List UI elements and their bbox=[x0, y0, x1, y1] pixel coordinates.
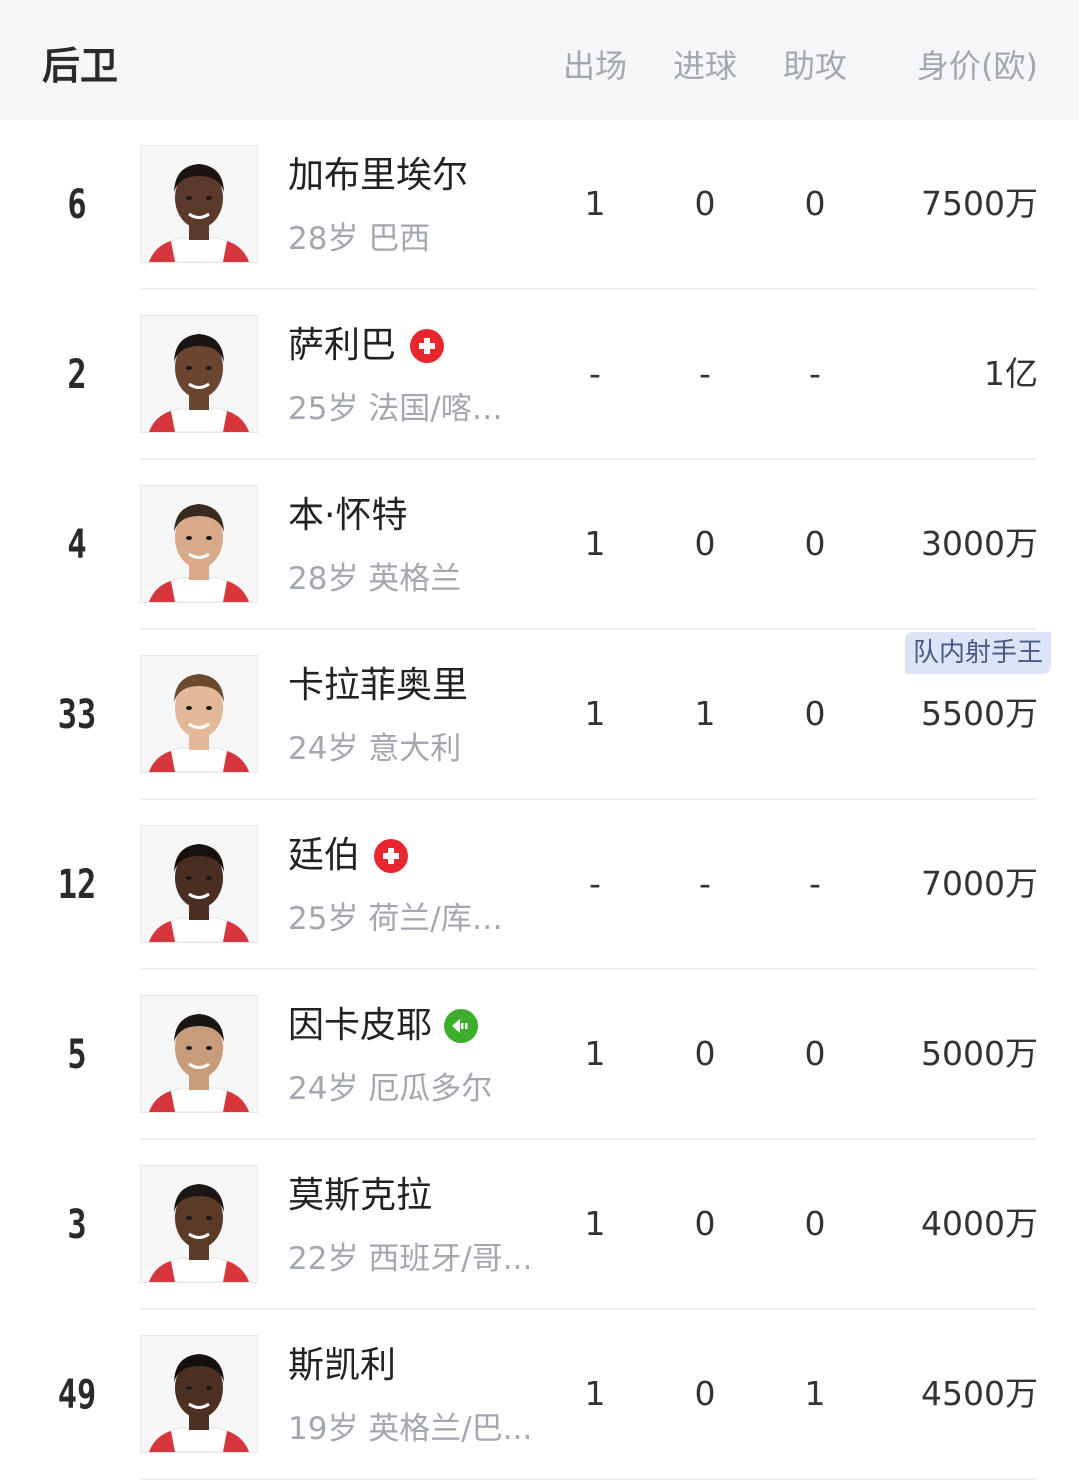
player-age-nationality: 25岁 法国/喀麦隆 bbox=[288, 391, 533, 427]
stat-goals: 0 bbox=[694, 524, 716, 563]
stat-assists: 1 bbox=[804, 1374, 826, 1413]
injury-cross-icon bbox=[410, 329, 445, 363]
stat-assists: - bbox=[809, 864, 821, 903]
player-avatar[interactable] bbox=[140, 655, 258, 773]
stat-assists: 0 bbox=[804, 524, 826, 563]
stat-goals: 0 bbox=[694, 1034, 716, 1073]
player-age-nationality: 19岁 英格兰/巴... bbox=[288, 1411, 533, 1447]
player-photo-icon bbox=[141, 1166, 257, 1282]
player-photo-icon bbox=[141, 1336, 257, 1452]
stat-appearances: 1 bbox=[584, 184, 606, 223]
section-title: 后卫 bbox=[42, 44, 119, 88]
stat-appearances: - bbox=[589, 354, 601, 393]
transfer-in-icon bbox=[444, 1009, 479, 1043]
player-age-nationality: 24岁 厄瓜多尔 bbox=[288, 1071, 493, 1107]
player-row[interactable]: 49 斯凯利 19岁 英格兰/巴... 1 0 1 4500万 bbox=[0, 1310, 1079, 1480]
injury-cross-icon bbox=[374, 839, 409, 873]
player-row[interactable]: 5 因卡皮耶 24岁 厄瓜多尔 1 0 0 5000万 bbox=[0, 970, 1079, 1140]
market-value: 3000万 bbox=[921, 524, 1038, 563]
player-age-nationality: 28岁 巴西 bbox=[288, 221, 431, 257]
jersey-number: 49 bbox=[57, 1372, 97, 1418]
player-name[interactable]: 加布里埃尔 bbox=[288, 152, 468, 200]
player-name[interactable]: 斯凯利 bbox=[288, 1342, 396, 1390]
stat-goals: 0 bbox=[694, 1374, 716, 1413]
player-name-text: 卡拉菲奥里 bbox=[288, 665, 469, 706]
stat-assists: 0 bbox=[804, 1034, 826, 1073]
stat-goals: 0 bbox=[694, 1204, 716, 1243]
player-photo-icon bbox=[141, 486, 257, 602]
jersey-number: 3 bbox=[67, 1202, 87, 1248]
player-photo-icon bbox=[141, 996, 257, 1112]
player-avatar[interactable] bbox=[140, 145, 258, 263]
player-name-text: 因卡皮耶 bbox=[288, 1005, 433, 1046]
market-value: 5000万 bbox=[921, 1034, 1038, 1073]
player-row[interactable]: 12 廷伯 25岁 荷兰/库拉索 - - - 7000万 bbox=[0, 800, 1079, 970]
stat-appearances: 1 bbox=[584, 1034, 606, 1073]
player-name[interactable]: 本·怀特 bbox=[288, 492, 407, 540]
market-value: 7500万 bbox=[921, 184, 1038, 223]
player-name[interactable]: 萨利巴 bbox=[288, 322, 445, 370]
player-photo-icon bbox=[141, 316, 257, 432]
player-avatar[interactable] bbox=[140, 315, 258, 433]
column-header-value[interactable]: 身价(欧) bbox=[880, 44, 1038, 88]
jersey-number: 33 bbox=[57, 692, 97, 738]
jersey-number: 6 bbox=[67, 182, 87, 228]
player-photo-icon bbox=[141, 826, 257, 942]
player-name-text: 斯凯利 bbox=[288, 1345, 397, 1386]
player-row[interactable]: 33 卡拉菲奥里 24岁 意大利 1 1 0 5500万 队内射手王 bbox=[0, 630, 1079, 800]
player-name-text: 莫斯克拉 bbox=[288, 1175, 433, 1216]
stat-appearances: 1 bbox=[584, 1374, 606, 1413]
market-value: 4500万 bbox=[921, 1374, 1038, 1413]
player-name[interactable]: 卡拉菲奥里 bbox=[288, 662, 468, 710]
player-avatar[interactable] bbox=[140, 1335, 258, 1453]
section-header: 后卫 出场 进球 助攻 身价(欧) bbox=[0, 0, 1079, 120]
player-avatar[interactable] bbox=[140, 825, 258, 943]
player-age-nationality: 28岁 英格兰 bbox=[288, 561, 462, 597]
stat-assists: 0 bbox=[804, 184, 826, 223]
top-scorer-tag: 队内射手王 bbox=[904, 632, 1051, 674]
stat-assists: - bbox=[809, 354, 821, 393]
player-avatar[interactable] bbox=[140, 485, 258, 603]
stat-appearances: 1 bbox=[584, 524, 606, 563]
stat-goals: 0 bbox=[694, 184, 716, 223]
player-row[interactable]: 3 莫斯克拉 22岁 西班牙/哥... 1 0 0 4000万 bbox=[0, 1140, 1079, 1310]
stat-goals: - bbox=[699, 354, 711, 393]
jersey-number: 2 bbox=[67, 352, 87, 398]
player-row[interactable]: 4 本·怀特 28岁 英格兰 1 0 0 3000万 bbox=[0, 460, 1079, 630]
stat-appearances: - bbox=[589, 864, 601, 903]
player-row[interactable]: 2 萨利巴 25岁 法国/喀麦隆 - - - 1亿 bbox=[0, 290, 1079, 460]
market-value: 4000万 bbox=[921, 1204, 1038, 1243]
player-avatar[interactable] bbox=[140, 995, 258, 1113]
jersey-number: 5 bbox=[67, 1032, 87, 1078]
market-value: 7000万 bbox=[921, 864, 1038, 903]
player-name-text: 本·怀特 bbox=[288, 495, 408, 536]
player-name-text: 萨利巴 bbox=[288, 325, 397, 366]
jersey-number: 12 bbox=[57, 862, 97, 908]
player-age-nationality: 25岁 荷兰/库拉索 bbox=[288, 901, 533, 937]
player-name[interactable]: 廷伯 bbox=[288, 832, 409, 880]
stat-assists: 0 bbox=[804, 1204, 826, 1243]
player-name[interactable]: 莫斯克拉 bbox=[288, 1172, 432, 1220]
player-row[interactable]: 6 加布里埃尔 28岁 巴西 1 0 0 7500万 bbox=[0, 120, 1079, 290]
player-photo-icon bbox=[141, 656, 257, 772]
stat-appearances: 1 bbox=[584, 694, 606, 733]
market-value: 5500万 bbox=[921, 694, 1038, 733]
market-value: 1亿 bbox=[984, 354, 1038, 393]
jersey-number: 4 bbox=[67, 522, 87, 568]
column-header-assists[interactable]: 助攻 bbox=[760, 44, 870, 88]
player-name[interactable]: 因卡皮耶 bbox=[288, 1002, 479, 1050]
player-name-text: 廷伯 bbox=[288, 835, 361, 876]
stat-assists: 0 bbox=[804, 694, 826, 733]
player-age-nationality: 24岁 意大利 bbox=[288, 731, 462, 767]
player-photo-icon bbox=[141, 146, 257, 262]
stat-goals: - bbox=[699, 864, 711, 903]
column-header-apps[interactable]: 出场 bbox=[540, 44, 650, 88]
player-age-nationality: 22岁 西班牙/哥... bbox=[288, 1241, 533, 1277]
stat-goals: 1 bbox=[694, 694, 716, 733]
column-header-goals[interactable]: 进球 bbox=[650, 44, 760, 88]
player-avatar[interactable] bbox=[140, 1165, 258, 1283]
player-name-text: 加布里埃尔 bbox=[288, 155, 469, 196]
stat-appearances: 1 bbox=[584, 1204, 606, 1243]
